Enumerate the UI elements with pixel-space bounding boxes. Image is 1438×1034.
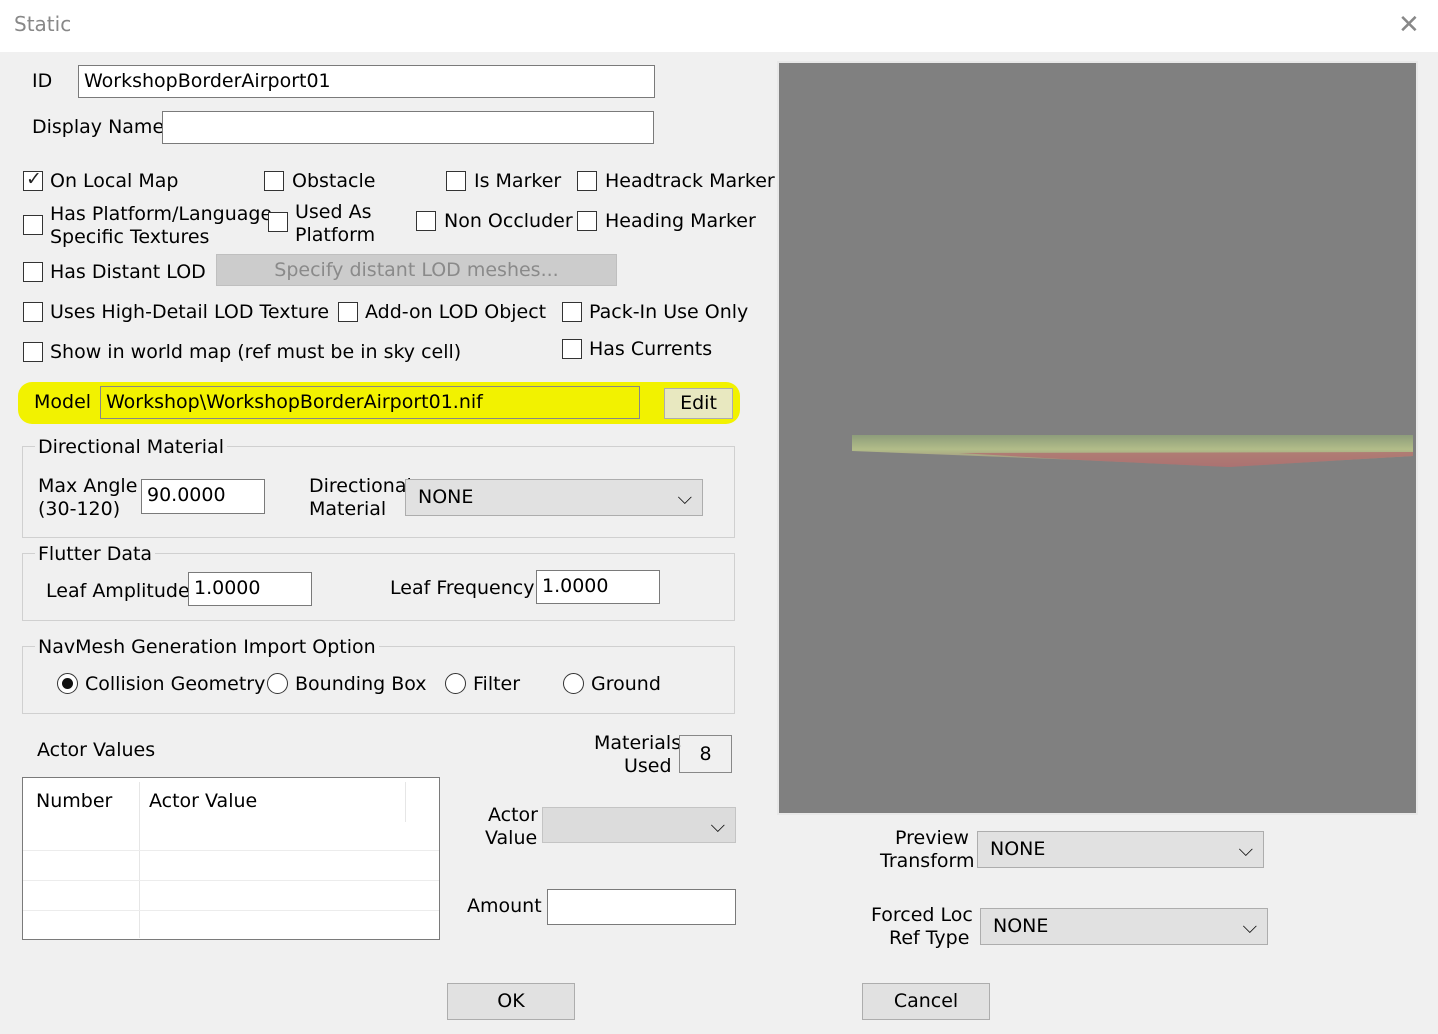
max-angle-label-2: (30-120) [38, 498, 121, 520]
heading-marker-checkbox[interactable] [577, 211, 597, 231]
chevron-down-icon: ⌵ [710, 815, 725, 837]
addon-lod-object-label: Add-on LOD Object [365, 301, 547, 323]
used-as-platform-label-1: Used As [295, 201, 372, 223]
materials-used-label-1: Materials [594, 732, 682, 754]
chevron-down-icon: ⌵ [1242, 916, 1257, 938]
preview-transform-value: NONE [990, 838, 1046, 860]
model-preview-render [852, 435, 1413, 467]
has-currents-checkbox[interactable] [562, 339, 582, 359]
row-divider [23, 850, 439, 851]
window-title: Static [14, 12, 72, 36]
max-angle-input[interactable]: 90.0000 [141, 479, 265, 514]
headtrack-marker-label: Headtrack Marker [605, 170, 775, 192]
max-angle-label-1: Max Angle [38, 475, 138, 497]
filter-label: Filter [473, 673, 521, 695]
on-local-map-checkbox[interactable] [23, 168, 43, 191]
forced-loc-ref-value: NONE [993, 915, 1049, 937]
uses-high-detail-lod-checkbox[interactable] [23, 302, 43, 322]
uses-high-detail-lod-label: Uses High-Detail LOD Texture [50, 301, 330, 323]
amount-input[interactable] [547, 889, 736, 925]
directional-material-label-1: Directional [309, 475, 412, 497]
bounding-box-label: Bounding Box [295, 673, 427, 695]
leaf-frequency-input[interactable]: 1.0000 [536, 570, 660, 604]
heading-marker-label: Heading Marker [605, 210, 756, 232]
preview-transform-select[interactable]: NONE ⌵ [977, 831, 1264, 868]
display-name-label: Display Name [32, 116, 165, 138]
close-icon[interactable]: ✕ [1398, 10, 1420, 40]
ok-button[interactable]: OK [447, 983, 575, 1020]
actor-values-label: Actor Values [37, 739, 156, 761]
column-header-number[interactable]: Number [36, 790, 112, 812]
is-marker-checkbox[interactable] [446, 171, 466, 191]
cancel-button[interactable]: Cancel [862, 983, 990, 1020]
headtrack-marker-checkbox[interactable] [577, 171, 597, 191]
specify-distant-lod-button: Specify distant LOD meshes... [216, 254, 617, 286]
row-divider [23, 910, 439, 911]
forced-loc-label-2: Ref Type [889, 927, 970, 949]
flutter-data-title: Flutter Data [35, 543, 156, 565]
directional-material-label-2: Material [309, 498, 387, 520]
actor-value-label-1: Actor [488, 804, 538, 826]
filter-radio[interactable] [445, 673, 466, 694]
chevron-down-icon: ⌵ [677, 487, 692, 509]
addon-lod-object-checkbox[interactable] [338, 302, 358, 322]
forced-loc-ref-select[interactable]: NONE ⌵ [980, 908, 1268, 945]
display-name-input[interactable] [162, 111, 654, 144]
directional-material-title: Directional Material [35, 436, 227, 458]
preview-transform-label-1: Preview [895, 827, 969, 849]
ground-label: Ground [591, 673, 661, 695]
has-currents-label: Has Currents [589, 338, 713, 360]
preview-transform-label-2: Transform [880, 850, 975, 872]
model-edit-button[interactable]: Edit [664, 388, 733, 419]
amount-label: Amount [467, 895, 542, 917]
collision-geometry-radio[interactable] [57, 673, 78, 694]
directional-material-value: NONE [418, 486, 474, 508]
has-distant-lod-checkbox[interactable] [23, 262, 43, 282]
chevron-down-icon: ⌵ [1238, 839, 1253, 861]
pack-in-use-only-label: Pack-In Use Only [589, 301, 749, 323]
obstacle-checkbox[interactable] [264, 171, 284, 191]
materials-used-value: 8 [679, 735, 732, 773]
materials-used-label-2: Used [624, 755, 672, 777]
has-platform-textures-checkbox[interactable] [23, 215, 43, 235]
column-header-actor-value[interactable]: Actor Value [149, 790, 257, 812]
ground-radio[interactable] [563, 673, 584, 694]
has-platform-textures-label-1: Has Platform/Language [50, 203, 273, 225]
actor-value-label-2: Value [485, 827, 538, 849]
non-occluder-checkbox[interactable] [416, 211, 436, 231]
forced-loc-label-1: Forced Loc [871, 904, 973, 926]
column-divider [139, 782, 140, 938]
obstacle-label: Obstacle [292, 170, 376, 192]
leaf-amplitude-label: Leaf Amplitude [46, 580, 190, 602]
show-in-world-map-label: Show in world map (ref must be in sky ce… [50, 341, 462, 363]
row-divider [23, 880, 439, 881]
id-input[interactable]: WorkshopBorderAirport01 [78, 65, 655, 98]
model-preview[interactable] [777, 61, 1418, 815]
directional-material-select[interactable]: NONE ⌵ [405, 479, 703, 516]
has-platform-textures-label-2: Specific Textures [50, 226, 210, 248]
model-path-field[interactable]: Workshop\WorkshopBorderAirport01.nif [100, 386, 640, 419]
model-label: Model [34, 391, 92, 413]
non-occluder-label: Non Occluder [444, 210, 573, 232]
leaf-frequency-label: Leaf Frequency [390, 577, 535, 599]
actor-value-select[interactable]: ⌵ [542, 807, 736, 843]
pack-in-use-only-checkbox[interactable] [562, 302, 582, 322]
id-label: ID [32, 70, 53, 92]
leaf-amplitude-input[interactable]: 1.0000 [188, 572, 312, 606]
has-distant-lod-label: Has Distant LOD [50, 261, 206, 283]
bounding-box-radio[interactable] [267, 673, 288, 694]
on-local-map-label: On Local Map [50, 170, 179, 192]
collision-geometry-label: Collision Geometry [85, 673, 266, 695]
column-divider [405, 782, 406, 822]
navmesh-title: NavMesh Generation Import Option [35, 636, 379, 658]
show-in-world-map-checkbox[interactable] [23, 342, 43, 362]
actor-values-list[interactable]: Number Actor Value [22, 777, 440, 940]
is-marker-label: Is Marker [474, 170, 562, 192]
used-as-platform-label-2: Platform [295, 224, 376, 246]
used-as-platform-checkbox[interactable] [268, 212, 288, 232]
title-bar [0, 0, 1438, 52]
